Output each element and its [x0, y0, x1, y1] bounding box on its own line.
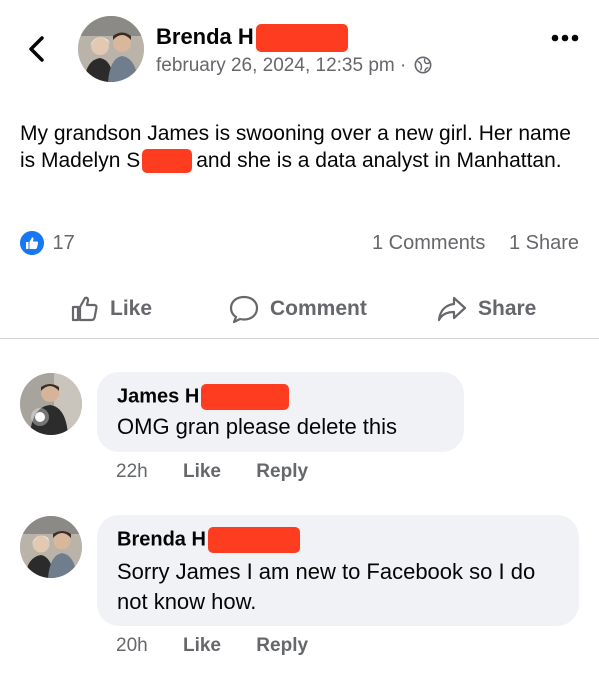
engagement-counts: 1 Comments 1 Share	[354, 232, 579, 255]
comment-bubble: James H OMG gran please delete this	[97, 372, 464, 452]
comment-author-name: Brenda H	[117, 528, 206, 551]
more-options-button[interactable]	[551, 30, 579, 42]
comment-meta: 20h Like Reply	[116, 635, 308, 657]
comment-author[interactable]: James H	[117, 384, 290, 410]
comment-like-button[interactable]: Like	[183, 461, 221, 482]
comment-text: Sorry James I am new to Facebook so I do…	[117, 559, 536, 614]
comment-reply-button[interactable]: Reply	[256, 461, 308, 482]
comment-time[interactable]: 22h	[116, 461, 148, 482]
post-timestamp[interactable]: february 26, 2024, 12:35 pm	[156, 55, 395, 76]
comment-button[interactable]: Comment	[228, 292, 367, 326]
shares-count[interactable]: 1 Share	[509, 232, 579, 254]
commenter-avatar[interactable]	[20, 516, 82, 578]
redaction-mark	[255, 24, 348, 53]
globe-icon	[414, 56, 432, 74]
like-button-label: Like	[110, 297, 153, 320]
comment-author-name: James H	[117, 385, 200, 408]
comments-count[interactable]: 1 Comments	[372, 232, 485, 254]
like-reaction-icon	[20, 231, 44, 255]
redaction-mark	[207, 527, 300, 553]
post-author-name: Brenda H	[156, 24, 254, 49]
like-button[interactable]: Like	[70, 292, 152, 326]
comment-text: OMG gran please delete this	[117, 414, 398, 439]
post-meta: february 26, 2024, 12:35 pm ·	[156, 55, 432, 77]
action-bar: Like Comment Share	[0, 280, 599, 338]
share-button[interactable]: Share	[436, 292, 536, 326]
more-dots-icon	[551, 34, 579, 42]
back-button[interactable]	[22, 34, 52, 64]
meta-separator: ·	[400, 55, 407, 76]
post-author[interactable]: Brenda H	[156, 24, 348, 53]
reaction-summary[interactable]: 17	[20, 231, 75, 257]
comment-author[interactable]: Brenda H	[117, 527, 300, 553]
section-divider	[0, 338, 599, 339]
thumbs-up-icon	[71, 296, 98, 322]
comment-like-button[interactable]: Like	[183, 635, 221, 656]
author-avatar[interactable]	[78, 16, 144, 82]
share-button-label: Share	[478, 297, 537, 320]
redaction-mark	[201, 384, 290, 410]
share-arrow-icon	[437, 296, 467, 322]
redaction-mark	[142, 149, 193, 174]
comment-bubble-icon	[229, 295, 259, 324]
comment-meta: 22h Like Reply	[116, 461, 308, 483]
reaction-count: 17	[52, 231, 75, 254]
comment-button-label: Comment	[270, 297, 367, 320]
post-header: Brenda H february 26, 2024, 12:35 pm ·	[0, 0, 599, 100]
post-text-part2: and she is a data analyst in Manhattan.	[196, 149, 562, 172]
back-chevron-icon	[29, 36, 44, 62]
comment-bubble: Brenda H Sorry James I am new to Faceboo…	[97, 515, 579, 626]
comment-reply-button[interactable]: Reply	[256, 635, 308, 656]
comment-time[interactable]: 20h	[116, 635, 148, 656]
post-text: My grandson James is swooning over a new…	[20, 120, 580, 174]
commenter-avatar[interactable]	[20, 373, 82, 435]
